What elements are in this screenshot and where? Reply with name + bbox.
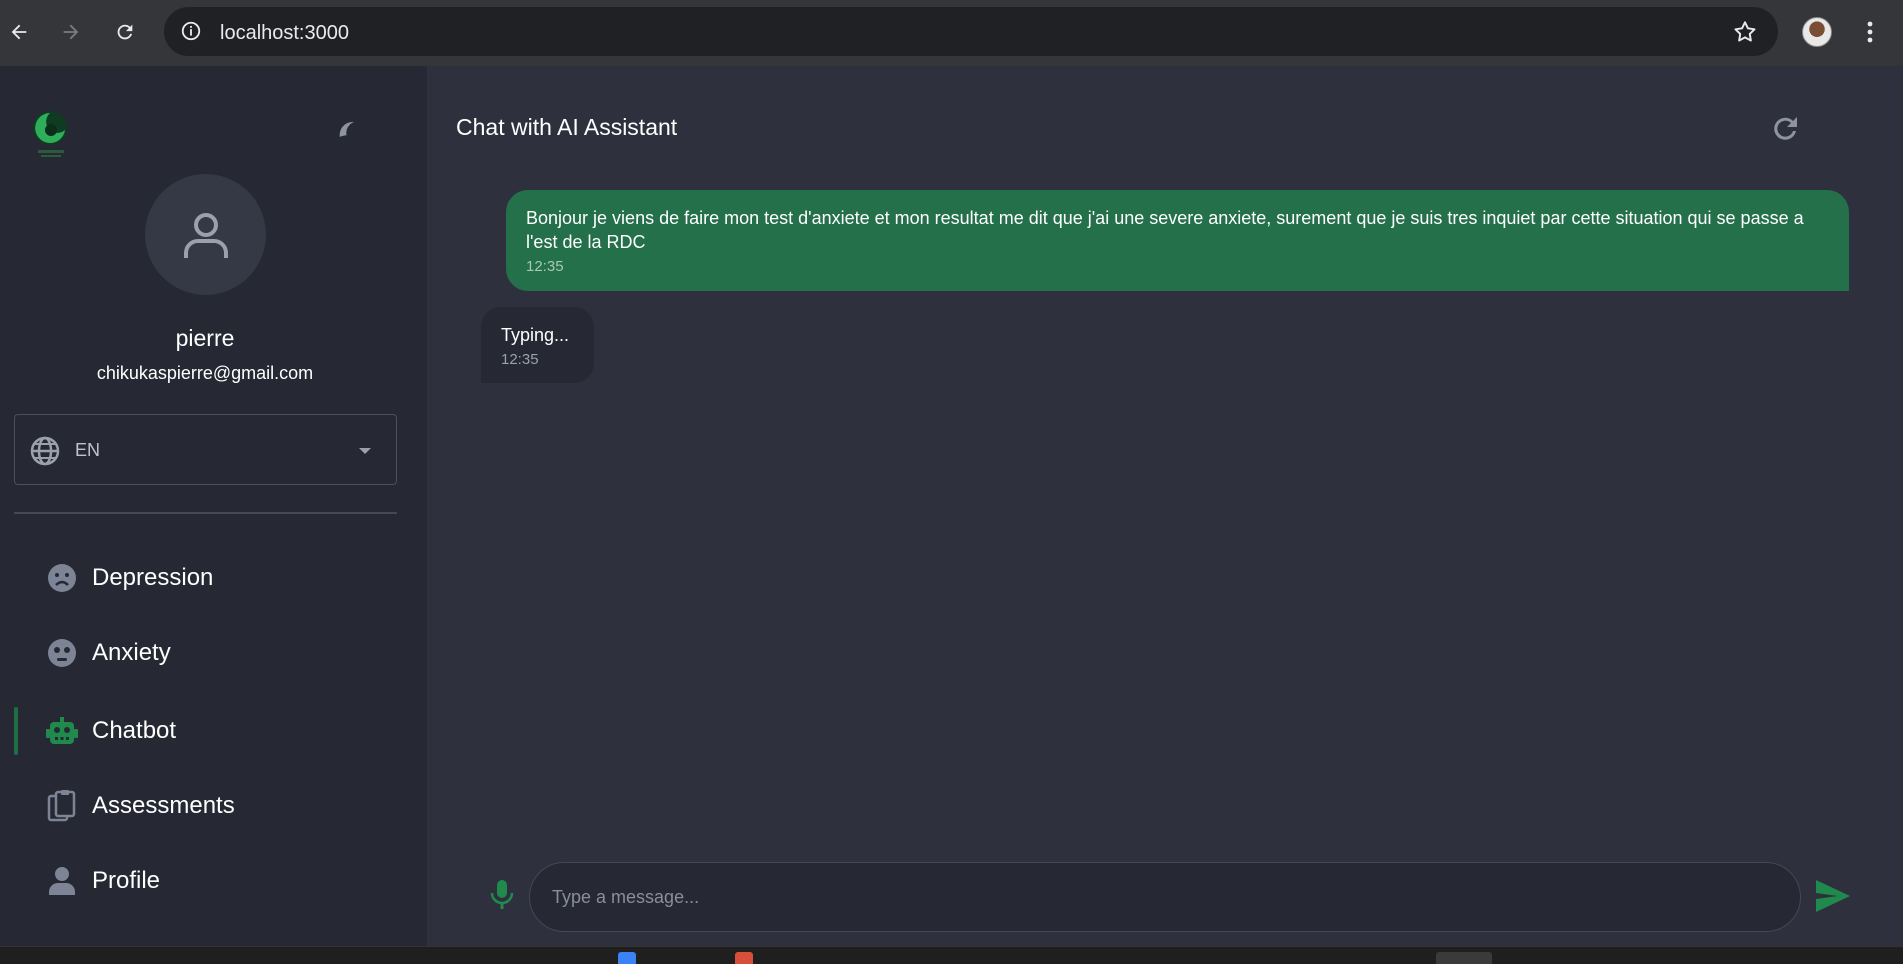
taskbar-app-icon[interactable] (735, 952, 753, 964)
sidebar-item-anxiety[interactable]: Anxiety (0, 623, 410, 683)
sidebar-item-label: Chatbot (92, 717, 177, 744)
taskbar-app-icon[interactable] (618, 952, 636, 964)
sidebar-divider (14, 512, 397, 514)
microphone-icon[interactable] (487, 878, 517, 912)
url-text[interactable]: localhost:3000 (220, 22, 349, 45)
sidebar-item-depression[interactable]: Depression (0, 548, 410, 608)
taskbar-app-icon[interactable] (1436, 952, 1492, 964)
avatar[interactable] (145, 174, 266, 295)
more-menu-icon[interactable] (1858, 17, 1882, 47)
sidebar-item-label: Anxiety (92, 639, 171, 666)
message-text: Typing... (501, 325, 570, 345)
message-time: 12:35 (501, 351, 539, 368)
user-email: chikukaspierre@gmail.com (96, 363, 314, 383)
chevron-down-icon (359, 448, 371, 454)
sidebar-item-label: Depression (92, 564, 214, 591)
site-info-icon[interactable] (180, 20, 202, 42)
profile-avatar[interactable] (1802, 17, 1832, 47)
refresh-icon[interactable] (1769, 113, 1801, 145)
sidebar-item-label: Profile (92, 867, 161, 894)
chat-panel: Chat with AI Assistant Bonjour je viens … (427, 66, 1903, 946)
send-icon[interactable] (1814, 878, 1852, 914)
forward-arrow-icon[interactable] (56, 17, 86, 47)
bookmark-star-icon[interactable] (1732, 19, 1758, 45)
robot-icon (46, 717, 78, 744)
anxious-face-icon (48, 639, 76, 667)
app-logo[interactable] (30, 108, 72, 160)
language-value: EN (75, 440, 101, 460)
user-name: pierre (175, 325, 235, 351)
message-input-container[interactable] (529, 862, 1801, 932)
globe-icon (30, 436, 60, 466)
browser-toolbar: localhost:3000 (0, 0, 1903, 66)
person-icon (49, 867, 75, 895)
app-root: pierre chikukaspierre@gmail.com EN Depre… (0, 66, 1903, 946)
clipboard-icon (47, 790, 76, 822)
user-message: Bonjour je viens de faire mon test d'anx… (506, 190, 1849, 291)
sidebar-item-chatbot[interactable]: Chatbot (0, 701, 410, 761)
person-outline-icon (183, 212, 228, 258)
theme-toggle-moon-icon[interactable] (332, 118, 366, 152)
sad-face-icon (48, 564, 76, 592)
message-text: Bonjour je viens de faire mon test d'anx… (526, 208, 1804, 252)
page-title: Chat with AI Assistant (456, 114, 678, 140)
sidebar-item-assessments[interactable]: Assessments (0, 776, 410, 836)
assistant-message: Typing... 12:35 (481, 307, 594, 383)
message-time: 12:35 (526, 258, 564, 275)
language-select[interactable]: EN (14, 414, 397, 485)
os-taskbar (0, 946, 1903, 964)
address-bar[interactable]: localhost:3000 (164, 7, 1778, 56)
back-arrow-icon[interactable] (4, 17, 34, 47)
sidebar-item-profile[interactable]: Profile (0, 851, 410, 911)
reload-icon[interactable] (110, 17, 140, 47)
message-input[interactable] (552, 881, 1772, 913)
sidebar-item-label: Assessments (92, 792, 235, 819)
sidebar: pierre chikukaspierre@gmail.com EN Depre… (0, 66, 427, 946)
